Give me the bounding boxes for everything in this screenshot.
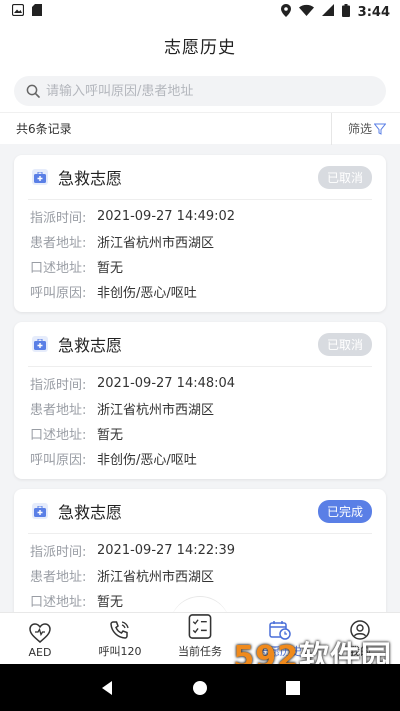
back-icon[interactable]	[99, 680, 115, 696]
checklist-icon	[188, 614, 212, 639]
dispatch-time-row: 指派时间: 2021-09-27 14:48:04	[30, 371, 372, 396]
dispatch-time-label: 指派时间:	[30, 211, 87, 226]
filter-label: 筛选	[347, 122, 372, 136]
history-card[interactable]: 急救志愿 已取消 指派时间: 2021-09-27 14:49:02 患者地址:…	[14, 155, 386, 312]
history-card[interactable]: 急救志愿 已取消 指派时间: 2021-09-27 14:48:04 患者地址:…	[14, 322, 386, 479]
verbal-address-value: 暂无	[97, 595, 124, 610]
history-card[interactable]: 急救志愿 已完成 指派时间: 2021-09-27 14:22:39 患者地址:…	[14, 489, 386, 612]
card-header: 急救志愿 已取消	[28, 322, 372, 367]
page-title: 志愿历史	[164, 37, 236, 58]
nav-label-current-task: 当前任务	[178, 645, 222, 658]
patient-address-label: 患者地址:	[30, 403, 87, 418]
card-title: 急救志愿	[58, 169, 123, 188]
verbal-address-label: 口述地址:	[30, 261, 87, 276]
filter-button[interactable]: 筛选	[330, 112, 400, 145]
home-icon[interactable]	[192, 680, 208, 696]
dispatch-time-label: 指派时间:	[30, 545, 87, 560]
search-box[interactable]	[14, 76, 386, 106]
verbal-address-label: 口述地址:	[30, 595, 87, 610]
patient-address-label: 患者地址:	[30, 570, 87, 585]
verbal-address-row: 口述地址: 暂无	[30, 254, 372, 279]
search-section	[0, 66, 400, 112]
record-count: 共6条记录	[16, 122, 72, 136]
patient-address-label: 患者地址:	[30, 236, 87, 251]
first-aid-kit-icon	[32, 336, 48, 352]
status-badge: 已完成	[317, 499, 372, 523]
nav-label-volunteer-history: 志愿历史	[258, 645, 302, 658]
patient-address-row: 患者地址: 浙江省杭州市西湖区	[30, 396, 372, 421]
heart-pulse-icon	[29, 623, 51, 643]
status-badge: 已取消	[317, 165, 372, 189]
search-icon	[26, 84, 40, 98]
nav-item-call-120[interactable]: 呼叫120	[80, 613, 160, 664]
funnel-icon	[374, 123, 386, 135]
card-header: 急救志愿 已完成	[28, 489, 372, 534]
dispatch-time-row: 指派时间: 2021-09-27 14:49:02	[30, 204, 372, 229]
dispatch-time-value: 2021-09-27 14:22:39	[97, 543, 236, 558]
status-bar: 3:44	[0, 0, 400, 24]
card-title: 急救志愿	[58, 503, 123, 522]
system-nav-bar	[0, 664, 400, 711]
nav-item-me[interactable]: 我的	[320, 613, 400, 664]
cellular-signal-icon	[321, 4, 334, 20]
first-aid-kit-icon	[32, 503, 48, 519]
call-reason-label: 呼叫原因:	[30, 286, 87, 301]
recents-icon[interactable]	[285, 680, 301, 696]
call-reason-row: 呼叫原因: 非创伤/恶心/呕吐	[30, 446, 372, 471]
clock: 3:44	[357, 4, 390, 20]
call-reason-value: 非创伤/恶心/呕吐	[97, 453, 197, 468]
verbal-address-label: 口述地址:	[30, 428, 87, 443]
verbal-address-row: 口述地址: 暂无	[30, 421, 372, 446]
verbal-address-value: 暂无	[97, 428, 124, 443]
dispatch-time-row: 指派时间: 2021-09-27 14:22:39	[30, 538, 372, 563]
search-input[interactable]	[46, 83, 346, 99]
call-reason-row: 呼叫原因: 非创伤/恶心/呕吐	[30, 279, 372, 304]
dispatch-time-value: 2021-09-27 14:48:04	[97, 376, 236, 391]
location-icon	[280, 3, 291, 21]
call-reason-label: 呼叫原因:	[30, 453, 87, 468]
battery-icon	[341, 3, 350, 21]
sd-card-icon	[32, 4, 42, 20]
dispatch-time-value: 2021-09-27 14:49:02	[97, 209, 236, 224]
user-icon	[350, 620, 370, 640]
card-title: 急救志愿	[58, 336, 123, 355]
nav-label-call-120: 呼叫120	[98, 645, 142, 658]
nav-label-aed: AED	[28, 646, 52, 659]
patient-address-value: 浙江省杭州市西湖区	[97, 403, 215, 418]
history-list[interactable]: 急救志愿 已取消 指派时间: 2021-09-27 14:49:02 患者地址:…	[0, 144, 400, 612]
patient-address-value: 浙江省杭州市西湖区	[97, 570, 215, 585]
verbal-address-value: 暂无	[97, 261, 124, 276]
nav-item-current-task[interactable]: 当前任务	[160, 613, 240, 664]
phone-icon	[110, 621, 129, 639]
bottom-nav: AED 呼叫120 当前任务 志愿历史 我的	[0, 612, 400, 664]
dispatch-time-label: 指派时间:	[30, 378, 87, 393]
status-badge: 已取消	[317, 332, 372, 356]
call-reason-value: 非创伤/恶心/呕吐	[97, 286, 197, 301]
nav-label-me: 我的	[349, 645, 371, 658]
app-header: 志愿历史	[0, 24, 400, 66]
patient-address-row: 患者地址: 浙江省杭州市西湖区	[30, 563, 372, 588]
wifi-icon	[298, 4, 314, 20]
patient-address-row: 患者地址: 浙江省杭州市西湖区	[30, 229, 372, 254]
calendar-clock-icon	[269, 621, 291, 640]
first-aid-kit-icon	[32, 169, 48, 185]
filter-row: 共6条记录 筛选	[0, 112, 400, 145]
patient-address-value: 浙江省杭州市西湖区	[97, 236, 215, 251]
notification-image-icon	[11, 3, 25, 20]
nav-item-volunteer-history[interactable]: 志愿历史	[240, 613, 320, 664]
card-header: 急救志愿 已取消	[28, 155, 372, 200]
nav-item-aed[interactable]: AED	[0, 613, 80, 664]
